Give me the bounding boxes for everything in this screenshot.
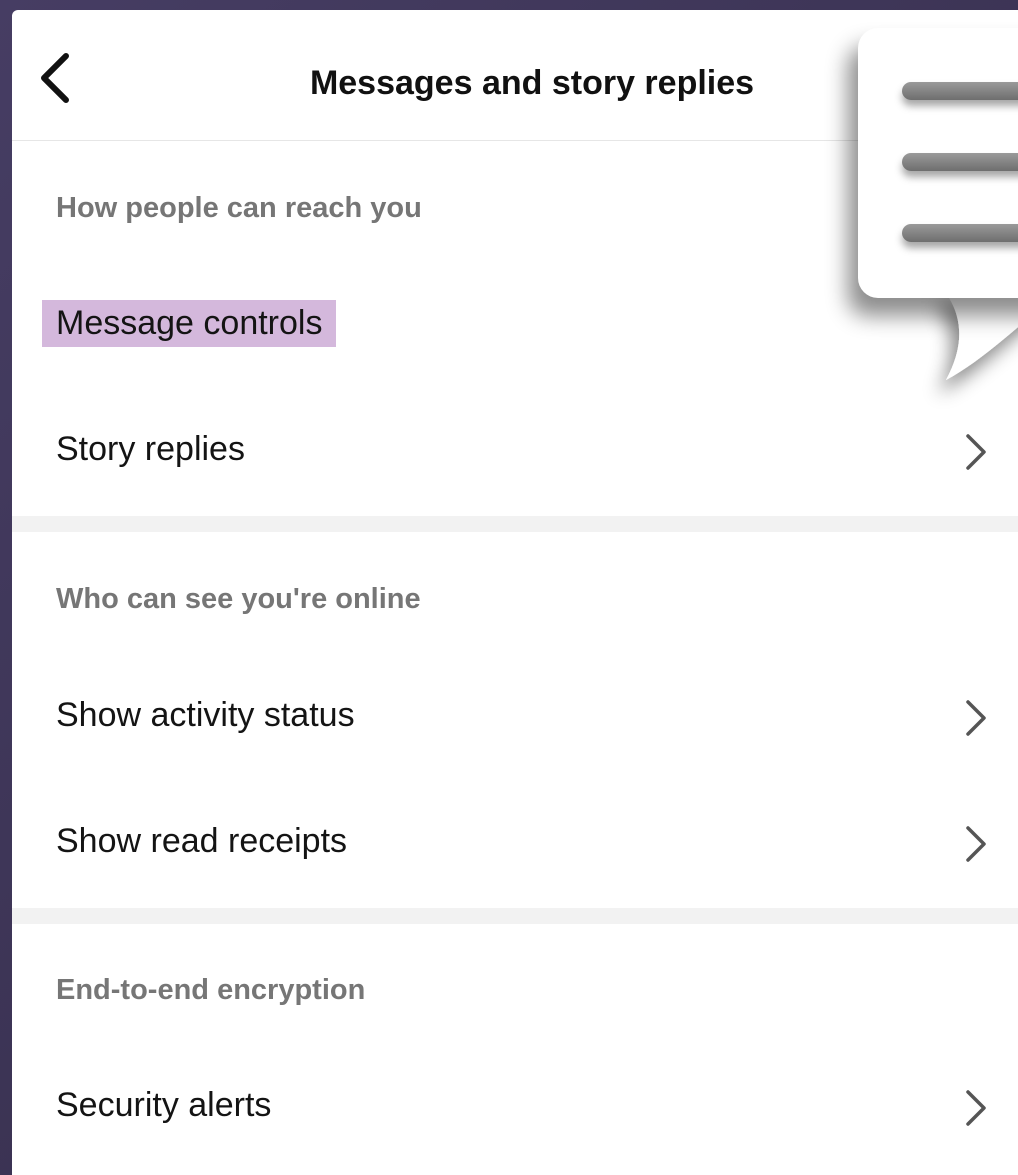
row-label: Message controls [42,300,337,347]
bubble-line [902,82,1018,100]
settings-panel: Messages and story replies How people ca… [12,10,1018,1175]
section-label-encryption: End-to-end encryption [56,974,366,1006]
chevron-right-icon [962,430,990,474]
chevron-right-icon [962,696,990,740]
chevron-right-icon [962,822,990,866]
row-show-activity-status[interactable]: Show activity status [12,674,1018,764]
row-show-read-receipts[interactable]: Show read receipts [12,800,1018,890]
row-label: Story replies [56,430,245,468]
section-divider [12,908,1018,924]
row-security-alerts[interactable]: Security alerts [12,1064,1018,1154]
chevron-right-icon [962,1086,990,1130]
bubble-line [902,153,1018,171]
chat-bubble-icon [858,28,1018,408]
row-story-replies[interactable]: Story replies [12,408,1018,498]
section-divider [12,516,1018,532]
row-label: Show activity status [56,696,355,734]
bubble-tail [944,290,1018,380]
row-label: Show read receipts [56,822,348,860]
row-label: Security alerts [56,1086,272,1124]
bubble-line [902,224,1018,242]
section-label-online: Who can see you're online [56,583,421,615]
section-label-reach: How people can reach you [56,192,422,224]
